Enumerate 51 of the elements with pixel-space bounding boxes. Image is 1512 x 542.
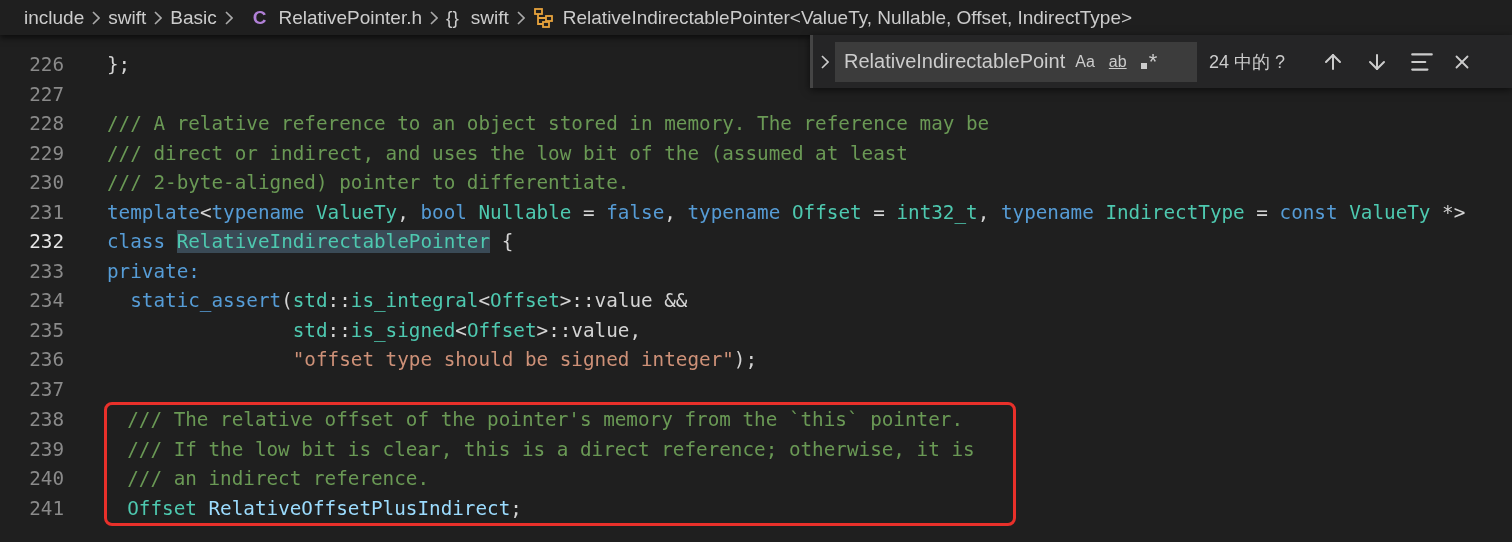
breadcrumb-item[interactable]: RelativeIndirectablePointer<ValueTy, Nullable, Offset, IndirectType>	[562, 6, 1133, 29]
line-number: 231	[28, 200, 64, 224]
chevron-icon	[224, 10, 233, 25]
match-count: 24 中的 ?	[1209, 50, 1286, 74]
line-number: 233	[28, 259, 64, 283]
code-line: /// an indirect reference.	[126, 467, 430, 491]
code-line: class RelativeIndirectablePointer {	[107, 230, 514, 254]
line-number: 229	[28, 141, 64, 165]
code-line: template<typename ValueTy, bool Nullable = false, typename Offset = int32_t, typename IndirectType = const ValueTy *>	[107, 200, 1466, 224]
code-line: /// The relative offset of the pointer's memory from the `this` pointer.	[126, 408, 963, 432]
regex-toggle[interactable]: *	[1136, 47, 1162, 76]
breadcrumb-item[interactable]: swift	[108, 6, 147, 29]
file-type-icon: C	[252, 6, 267, 29]
line-number: 241	[28, 496, 64, 520]
code-line: /// 2-byte-aligned) pointer to differentiate.	[107, 171, 630, 195]
chevron-icon	[821, 54, 829, 69]
code-line: };	[107, 53, 131, 77]
breadcrumb-item[interactable]: Basic	[170, 6, 217, 29]
line-number: 228	[28, 112, 64, 136]
match-case-toggle[interactable]: Aa	[1071, 47, 1099, 76]
chevron-icon	[154, 10, 163, 25]
line-number: 240	[28, 467, 64, 491]
chevron-icon	[516, 10, 525, 25]
chevron-icon	[430, 10, 439, 25]
code-line: std::is_signed<Offset>::value,	[291, 318, 641, 342]
chevron-icon	[92, 10, 101, 25]
line-number: 234	[28, 289, 64, 313]
line-number: 236	[28, 348, 64, 372]
line-number: 237	[28, 377, 64, 401]
breadcrumb-item[interactable]: swift	[470, 6, 509, 29]
code-line: /// A relative reference to an object stored in memory. The reference may be	[107, 112, 990, 136]
line-number: 235	[28, 318, 64, 342]
line-number: 238	[28, 408, 64, 432]
line-number: 230	[28, 171, 64, 195]
line-number: 226	[28, 53, 64, 77]
line-number: 232	[28, 230, 64, 254]
breadcrumb-item[interactable]: RelativePointer.h	[278, 6, 423, 29]
toggle-replace-button[interactable]	[819, 52, 831, 71]
class-icon	[532, 6, 555, 29]
namespace-icon: {}	[446, 6, 459, 29]
line-number: 239	[28, 437, 64, 461]
code-line: static_assert(std::is_integral<Offset>::value &&	[129, 289, 688, 313]
code-line: "offset type should be signed integer");	[291, 348, 758, 372]
code-line: private:	[107, 259, 200, 283]
whole-word-toggle[interactable]: ab	[1104, 47, 1131, 76]
breadcrumb-item[interactable]: include	[24, 6, 85, 29]
find-input[interactable]: RelativeIndirectablePoint Aa ab *	[835, 41, 1197, 82]
code-line: /// If the low bit is clear, this is a direct reference; otherwise, it is	[126, 437, 975, 461]
code-line: /// direct or indirect, and uses the low bit of the (assumed at least	[107, 141, 908, 165]
line-number: 227	[28, 82, 64, 106]
code-line: Offset RelativeOffsetPlusIndirect;	[126, 496, 522, 520]
